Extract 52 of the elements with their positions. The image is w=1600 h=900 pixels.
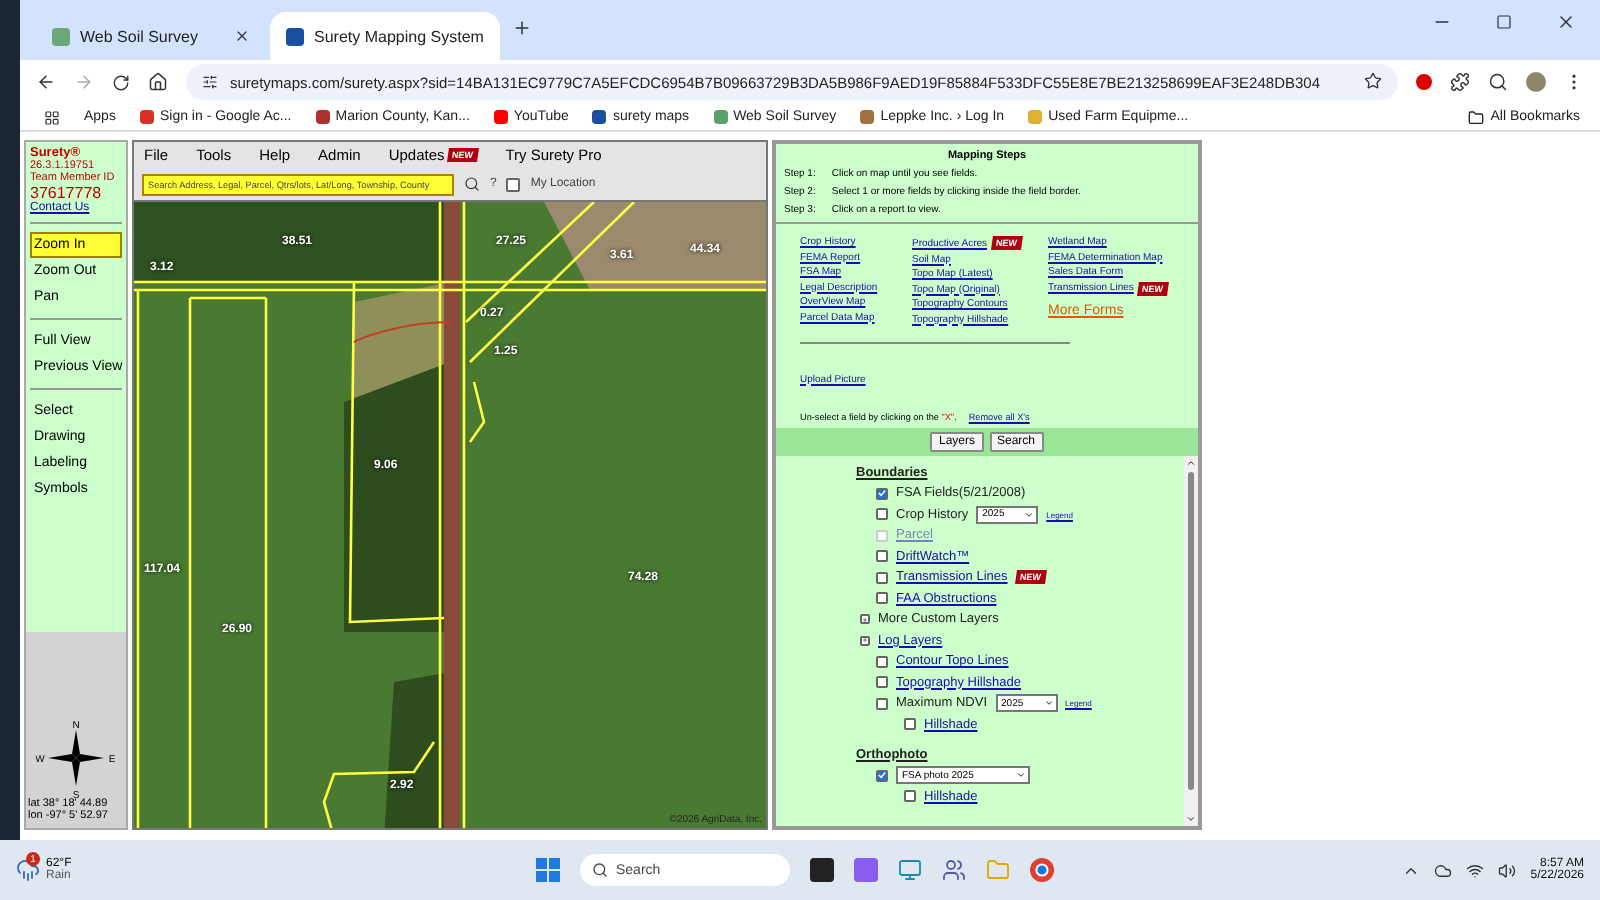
- extensions-icon[interactable]: [1450, 72, 1470, 92]
- checkbox[interactable]: [904, 790, 916, 803]
- site-settings-icon: [202, 74, 218, 90]
- browser-tab[interactable]: Web Soil Survey: [36, 12, 266, 60]
- scrollbar[interactable]: [1184, 455, 1198, 826]
- profile-avatar[interactable]: [1526, 72, 1546, 92]
- reload-icon[interactable]: [112, 73, 130, 91]
- bookmark-star-icon[interactable]: [1364, 71, 1382, 89]
- volume-icon[interactable]: [1498, 861, 1517, 879]
- member-id: 37617778: [30, 184, 104, 202]
- close-icon[interactable]: [234, 28, 250, 44]
- extension-icon[interactable]: [1416, 74, 1432, 90]
- rain-cloud-icon: [16, 858, 40, 882]
- checkbox[interactable]: [876, 697, 888, 710]
- caret-icon: [1043, 698, 1054, 709]
- checkbox[interactable]: [904, 718, 916, 731]
- aerial-map-drawing[interactable]: [134, 202, 766, 828]
- scroll-up-icon[interactable]: [1186, 457, 1196, 467]
- checkbox[interactable]: [876, 487, 888, 500]
- caret-icon: [1024, 509, 1035, 520]
- browser-tab[interactable]: Surety Mapping System: [270, 12, 500, 60]
- scroll-down-icon[interactable]: [1186, 814, 1196, 824]
- close-icon[interactable]: [1556, 12, 1576, 32]
- folder-icon: [1468, 109, 1485, 125]
- monitor-icon[interactable]: [898, 858, 922, 882]
- checkbox[interactable]: [876, 508, 888, 521]
- back-icon[interactable]: [36, 72, 56, 92]
- browser-icon[interactable]: [1030, 858, 1054, 882]
- checkbox[interactable]: [876, 655, 888, 668]
- apps-icon: [44, 109, 60, 125]
- search-icon[interactable]: [464, 176, 480, 192]
- checkbox[interactable]: [876, 571, 888, 584]
- favicon-icon: [52, 27, 70, 45]
- checkbox[interactable]: [876, 676, 888, 689]
- search-icon: [592, 862, 608, 878]
- home-icon[interactable]: [148, 72, 168, 92]
- wifi-icon[interactable]: [1466, 861, 1485, 879]
- app-icon[interactable]: [810, 858, 834, 882]
- favicon-icon: [286, 27, 304, 45]
- caret-icon: [1016, 770, 1026, 781]
- maximize-icon[interactable]: [1496, 14, 1512, 30]
- tab-search-icon[interactable]: [1488, 72, 1508, 92]
- expand-icon[interactable]: [860, 635, 870, 646]
- checkbox[interactable]: [876, 592, 888, 605]
- start-icon[interactable]: [536, 858, 560, 882]
- new-tab-icon[interactable]: [512, 18, 532, 38]
- expand-icon[interactable]: [860, 614, 870, 625]
- checkbox[interactable]: [506, 177, 521, 191]
- cloud-icon[interactable]: [1434, 861, 1453, 879]
- people-icon[interactable]: [942, 858, 966, 882]
- checkbox[interactable]: [876, 550, 888, 563]
- checkbox[interactable]: [876, 769, 888, 782]
